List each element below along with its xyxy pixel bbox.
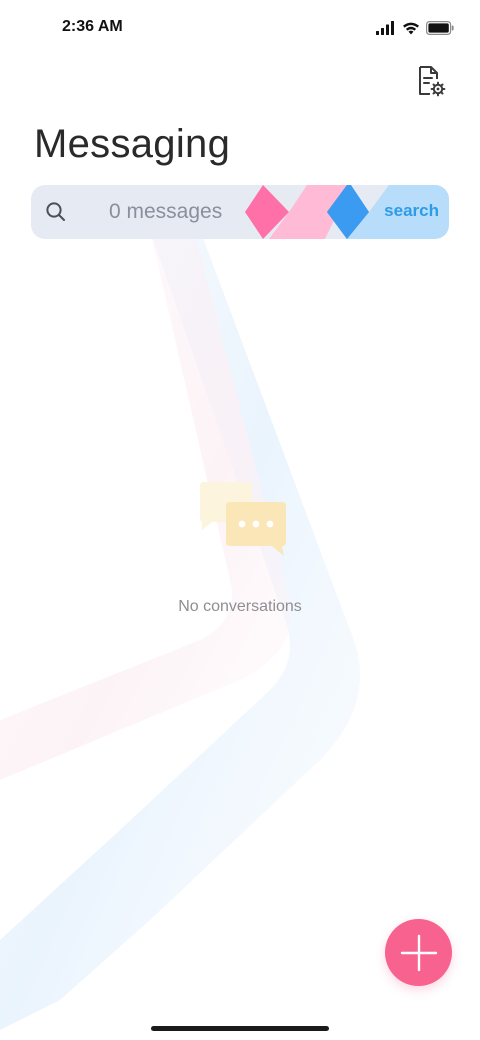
messaging-screen: 2:36 AM Messaging 0 messages search No c… bbox=[0, 0, 480, 1040]
search-icon bbox=[46, 202, 65, 221]
search-bar[interactable]: 0 messages search bbox=[31, 185, 449, 239]
chat-bubbles-icon bbox=[200, 482, 286, 556]
plus-icon bbox=[400, 934, 437, 971]
search-message-count: 0 messages bbox=[109, 200, 223, 223]
empty-state: No conversations bbox=[0, 478, 480, 616]
status-icons bbox=[376, 18, 454, 38]
status-time: 2:36 AM bbox=[62, 18, 123, 35]
document-gear-icon bbox=[419, 66, 446, 97]
settings-button[interactable] bbox=[412, 62, 450, 100]
page-title: Messaging bbox=[34, 122, 231, 166]
empty-state-text: No conversations bbox=[178, 598, 302, 615]
wifi-icon bbox=[403, 22, 419, 35]
home-indicator[interactable] bbox=[151, 1026, 329, 1031]
battery-icon bbox=[426, 21, 454, 35]
new-conversation-button[interactable] bbox=[385, 919, 452, 986]
signal-icon bbox=[376, 21, 394, 35]
search-button[interactable]: search bbox=[384, 201, 439, 221]
status-bar: 2:36 AM bbox=[0, 0, 480, 56]
